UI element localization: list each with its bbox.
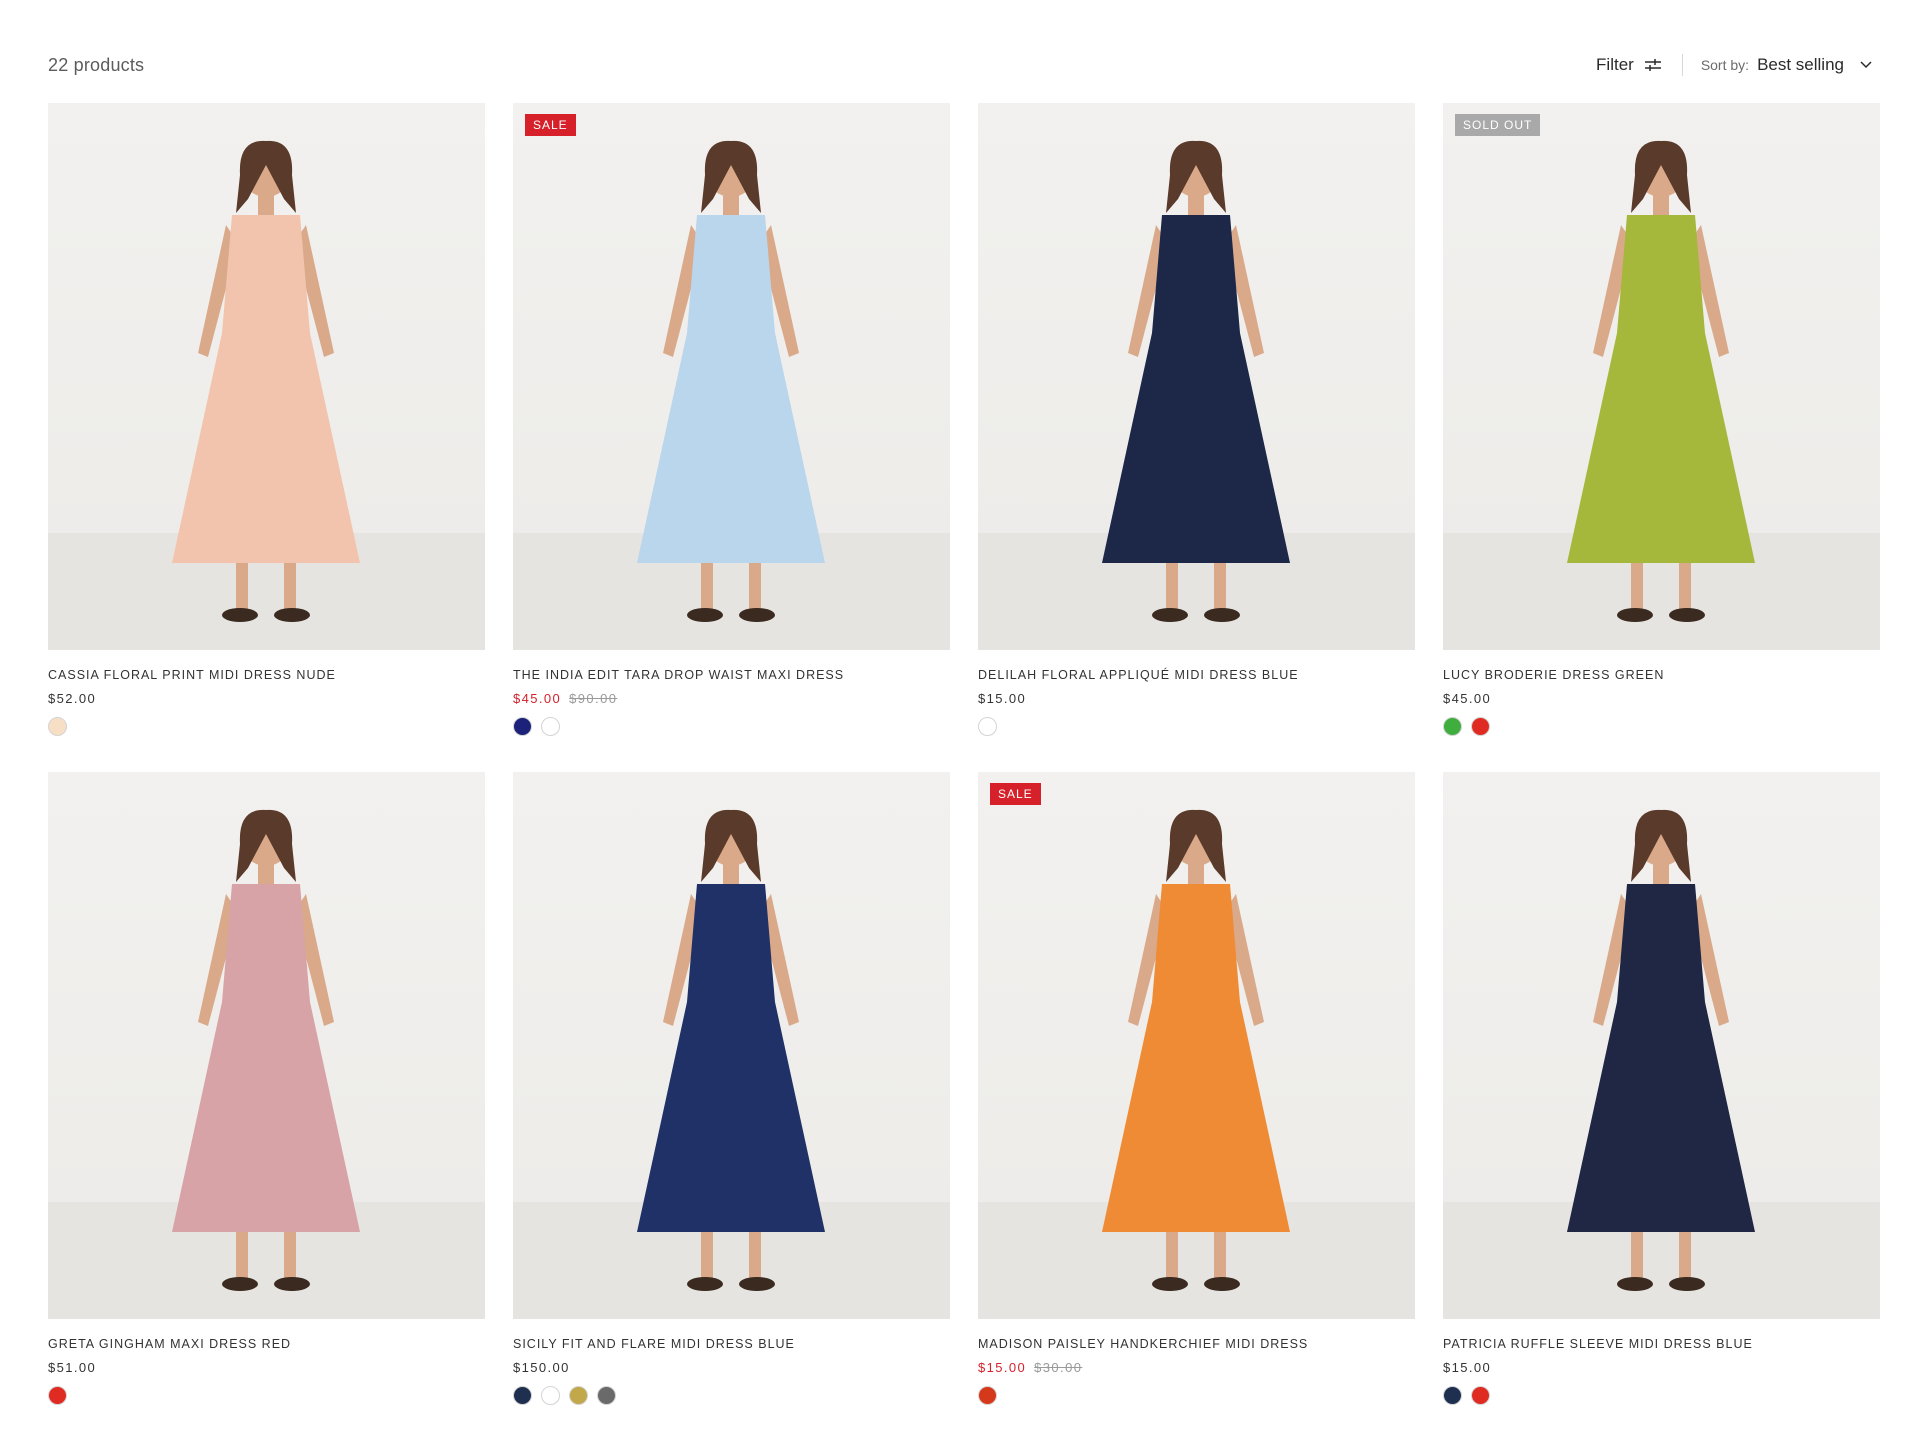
product-image[interactable] — [978, 103, 1415, 650]
product-title[interactable]: MADISON PAISLEY HANDKERCHIEF MIDI DRESS — [978, 1337, 1415, 1351]
color-swatch[interactable] — [597, 1386, 616, 1405]
product-card[interactable]: SALE THE INDIA EDIT TARA DROP WAIST MAXI… — [513, 103, 950, 736]
product-count: 22 products — [48, 54, 145, 75]
product-title[interactable]: SICILY FIT AND FLARE MIDI DRESS BLUE — [513, 1337, 950, 1351]
model-photo — [978, 140, 1415, 650]
product-image[interactable] — [48, 103, 485, 650]
product-prices: $15.00 — [978, 691, 1415, 706]
collection-toolbar: 22 products Filter Sort by: Best selling — [48, 48, 1872, 82]
product-prices: $15.00 $30.00 — [978, 1360, 1415, 1375]
color-swatch[interactable] — [48, 1386, 67, 1405]
color-swatches — [48, 717, 485, 736]
product-price: $45.00 — [513, 691, 562, 706]
color-swatches — [48, 1386, 485, 1405]
color-swatch[interactable] — [1471, 717, 1490, 736]
color-swatch[interactable] — [569, 1386, 588, 1405]
color-swatches — [978, 1386, 1415, 1405]
color-swatch[interactable] — [541, 717, 560, 736]
filter-button[interactable]: Filter — [1596, 55, 1662, 75]
sort-label: Sort by: — [1700, 57, 1750, 73]
toolbar-controls: Filter Sort by: Best selling — [1596, 54, 1872, 76]
product-title[interactable]: PATRICIA RUFFLE SLEEVE MIDI DRESS BLUE — [1443, 1337, 1880, 1351]
product-prices: $45.00 $90.00 — [513, 691, 950, 706]
color-swatch[interactable] — [1471, 1386, 1490, 1405]
color-swatch[interactable] — [978, 717, 997, 736]
product-price: $15.00 — [978, 1360, 1027, 1375]
product-card[interactable]: DELILAH FLORAL APPLIQUÉ MIDI DRESS BLUE … — [978, 103, 1415, 736]
product-badge: SALE — [525, 114, 576, 136]
color-swatches — [513, 717, 950, 736]
product-card[interactable]: GRETA GINGHAM MAXI DRESS RED $51.00 — [48, 772, 485, 1405]
color-swatch[interactable] — [1443, 1386, 1462, 1405]
product-prices: $52.00 — [48, 691, 485, 706]
product-card[interactable]: SOLD OUT LUCY BRODERIE DRESS GREEN $45.0… — [1443, 103, 1880, 736]
color-swatches — [1443, 1386, 1880, 1405]
model-photo — [513, 809, 950, 1319]
product-card[interactable]: SICILY FIT AND FLARE MIDI DRESS BLUE $15… — [513, 772, 950, 1405]
color-swatches — [513, 1386, 950, 1405]
color-swatch[interactable] — [48, 717, 67, 736]
product-price: $52.00 — [48, 691, 97, 706]
product-grid: CASSIA FLORAL PRINT MIDI DRESS NUDE $52.… — [48, 103, 1882, 1405]
product-card[interactable]: SALE MADISON PAISLEY HANDKERCHIEF MIDI D… — [978, 772, 1415, 1405]
color-swatch[interactable] — [513, 1386, 532, 1405]
model-photo — [48, 809, 485, 1319]
product-price: $150.00 — [513, 1360, 570, 1375]
color-swatch[interactable] — [978, 1386, 997, 1405]
product-title[interactable]: LUCY BRODERIE DRESS GREEN — [1443, 668, 1880, 682]
product-price: $45.00 — [1443, 691, 1492, 706]
product-image[interactable] — [48, 772, 485, 1319]
model-photo — [48, 140, 485, 650]
product-prices: $51.00 — [48, 1360, 485, 1375]
product-title[interactable]: GRETA GINGHAM MAXI DRESS RED — [48, 1337, 485, 1351]
product-badge: SOLD OUT — [1455, 114, 1541, 136]
compare-at-price: $30.00 — [1034, 1360, 1083, 1375]
product-prices: $45.00 — [1443, 691, 1880, 706]
color-swatch[interactable] — [541, 1386, 560, 1405]
compare-at-price: $90.00 — [569, 691, 618, 706]
filter-label: Filter — [1596, 55, 1634, 74]
sliders-icon — [1644, 59, 1661, 71]
product-price: $15.00 — [978, 691, 1027, 706]
model-photo — [978, 809, 1415, 1319]
product-image[interactable] — [1443, 772, 1880, 1319]
product-badge: SALE — [990, 783, 1041, 805]
sort-value: Best selling — [1757, 55, 1844, 74]
color-swatches — [1443, 717, 1880, 736]
product-title[interactable]: THE INDIA EDIT TARA DROP WAIST MAXI DRES… — [513, 668, 950, 682]
product-card[interactable]: CASSIA FLORAL PRINT MIDI DRESS NUDE $52.… — [48, 103, 485, 736]
color-swatch[interactable] — [513, 717, 532, 736]
toolbar-divider — [1681, 54, 1683, 76]
product-price: $51.00 — [48, 1360, 97, 1375]
product-title[interactable]: CASSIA FLORAL PRINT MIDI DRESS NUDE — [48, 668, 485, 682]
product-card[interactable]: PATRICIA RUFFLE SLEEVE MIDI DRESS BLUE $… — [1443, 772, 1880, 1405]
product-price: $15.00 — [1443, 1360, 1492, 1375]
product-image[interactable] — [513, 772, 950, 1319]
product-prices: $150.00 — [513, 1360, 950, 1375]
color-swatches — [978, 717, 1415, 736]
model-photo — [1443, 140, 1880, 650]
product-prices: $15.00 — [1443, 1360, 1880, 1375]
model-photo — [513, 140, 950, 650]
product-image[interactable]: SOLD OUT — [1443, 103, 1880, 650]
color-swatch[interactable] — [1443, 717, 1462, 736]
product-title[interactable]: DELILAH FLORAL APPLIQUÉ MIDI DRESS BLUE — [978, 668, 1415, 682]
model-photo — [1443, 809, 1880, 1319]
product-image[interactable]: SALE — [978, 772, 1415, 1319]
chevron-down-icon — [1860, 61, 1872, 69]
product-image[interactable]: SALE — [513, 103, 950, 650]
sort-dropdown[interactable]: Sort by: Best selling — [1701, 55, 1872, 75]
